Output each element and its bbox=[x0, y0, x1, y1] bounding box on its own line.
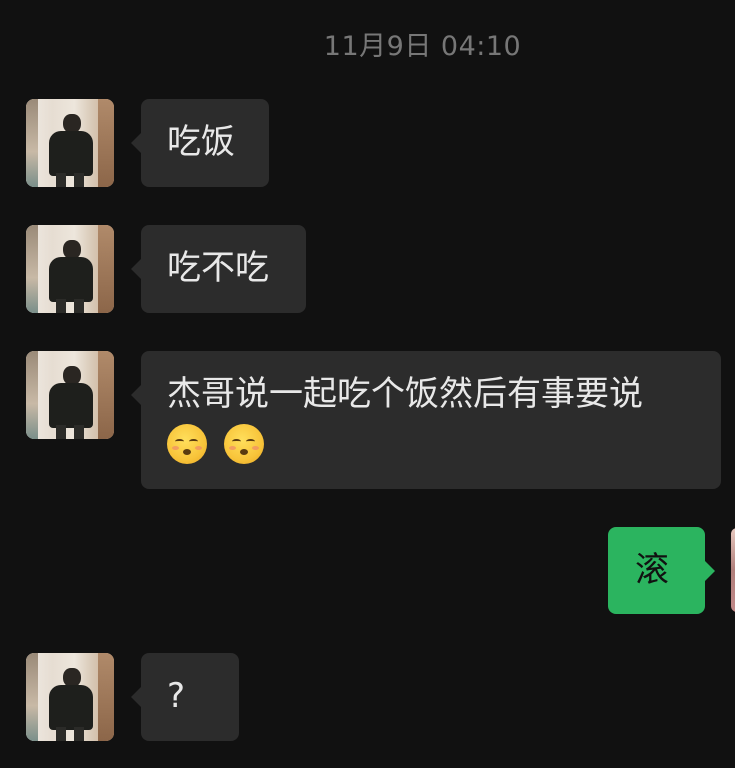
emoji-row bbox=[167, 419, 701, 465]
message-bubble-outgoing[interactable]: 滚 bbox=[608, 527, 715, 614]
contact-avatar[interactable] bbox=[26, 225, 114, 313]
contact-avatar[interactable] bbox=[26, 99, 114, 187]
message-text: 吃不吃 bbox=[167, 248, 269, 288]
chat-timestamp: 11月9日 04:10 bbox=[323, 31, 522, 62]
message-bubble[interactable]: 杰哥说一起吃个饭然后有事要说 bbox=[131, 351, 721, 489]
message-bubble[interactable]: 吃饭 bbox=[131, 99, 269, 187]
message-text: 杰哥说一起吃个饭然后有事要说 bbox=[167, 374, 643, 414]
message-text: 吃饭 bbox=[167, 122, 235, 162]
hushed-face-emoji bbox=[167, 423, 207, 464]
message-text: ? bbox=[167, 676, 186, 716]
message-bubble[interactable]: 吃不吃 bbox=[131, 225, 306, 313]
hushed-face-emoji bbox=[223, 423, 264, 464]
own-avatar[interactable] bbox=[731, 528, 735, 612]
message-text: 滚 bbox=[635, 550, 669, 590]
contact-avatar[interactable] bbox=[26, 351, 114, 439]
message-bubble[interactable]: ? bbox=[131, 653, 239, 741]
contact-avatar[interactable] bbox=[26, 653, 114, 741]
